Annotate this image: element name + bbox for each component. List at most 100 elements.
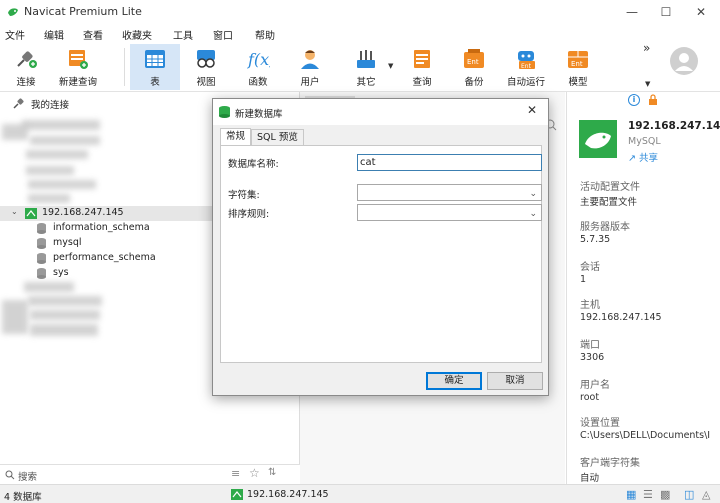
status-bar: 4 数据库 192.168.247.145 ▦ ☰ ▩ ◫ ◬ [0, 484, 720, 503]
info-label: 会话 [580, 262, 600, 273]
user-button[interactable]: 用户 [290, 44, 330, 90]
search-icon [5, 470, 15, 480]
info-value: C:\Users\DELL\Documents\I [580, 430, 711, 441]
toolbar-dropdown-icon[interactable]: ▼ [645, 80, 650, 88]
tools-icon [357, 50, 375, 68]
database-icon [37, 268, 46, 279]
db-name-input[interactable]: cat [357, 154, 542, 171]
other-button[interactable]: 其它 [346, 44, 386, 90]
filter-icon[interactable]: ≡ [231, 467, 240, 480]
database-count: 4 数据库 [4, 492, 42, 503]
svg-text:Ent: Ent [521, 63, 532, 70]
dialog-title: 新建数据库 [235, 109, 283, 120]
plug-icon [17, 51, 37, 68]
toggle-info-panel-icon[interactable]: ◬ [702, 488, 710, 501]
connection-name: 192.168.247.145 [42, 207, 124, 218]
info-label: 设置位置 [580, 418, 620, 429]
model-icon: Ent [568, 51, 588, 68]
automation-button[interactable]: Ent 自动运行 [504, 44, 548, 90]
chevron-down-icon: ⌄ [529, 189, 537, 199]
new-query-button[interactable]: 新建查询 [56, 44, 100, 90]
title-bar: Navicat Premium Lite — ☐ ✕ [0, 0, 720, 24]
ddl-icon[interactable] [648, 94, 660, 106]
database-name: performance_schema [53, 252, 156, 263]
mysql-connection-icon [25, 208, 37, 219]
menu-bar: 文件 编辑 查看 收藏夹 工具 窗口 帮助 [0, 24, 720, 44]
backup-icon: Ent [464, 49, 484, 68]
connections-icon [13, 98, 24, 109]
search-input[interactable]: 搜索 [18, 469, 37, 483]
menu-file[interactable]: 文件 [5, 27, 25, 42]
tab-sql-preview[interactable]: SQL 预览 [251, 129, 304, 146]
db-type: MySQL [628, 136, 661, 147]
info-label: 活动配置文件 [580, 182, 640, 193]
cancel-button[interactable]: 取消 [487, 372, 543, 390]
menu-help[interactable]: 帮助 [255, 27, 275, 42]
tab-general[interactable]: 常规 [220, 128, 252, 146]
table-button[interactable]: 表 [130, 44, 180, 90]
info-panel: i 192.168.247.14 MySQL ↗ 共享 活动配置文件 主要配置文… [566, 92, 720, 484]
new-query-icon [69, 50, 88, 69]
close-button[interactable]: ✕ [684, 0, 718, 24]
detail-view-icon[interactable]: ▩ [660, 488, 670, 501]
redacted-connection [26, 150, 88, 159]
share-link[interactable]: ↗ 共享 [628, 150, 658, 164]
redacted-connection [28, 296, 102, 306]
minimize-button[interactable]: — [615, 0, 649, 24]
collation-label: 排序规则: [228, 209, 270, 220]
function-icon: f(x) [247, 50, 270, 69]
grid-view-icon[interactable]: ▦ [626, 488, 636, 501]
info-value: 192.168.247.145 [580, 312, 662, 323]
toggle-sidebar-icon[interactable]: ◫ [684, 488, 694, 501]
view-button[interactable]: 视图 [186, 44, 226, 90]
ok-button[interactable]: 确定 [426, 372, 482, 390]
info-value: root [580, 392, 600, 403]
query-button[interactable]: 查询 [402, 44, 442, 90]
backup-button[interactable]: Ent 备份 [454, 44, 494, 90]
redacted-connection [28, 180, 96, 189]
my-connections-label: 我的连接 [31, 100, 70, 111]
info-value: 5.7.35 [580, 234, 611, 245]
other-dropdown-icon[interactable]: ▼ [388, 62, 393, 70]
connect-button[interactable]: 连接 [6, 44, 46, 90]
collation-select[interactable]: ⌄ [357, 204, 542, 221]
star-icon[interactable]: ☆ [249, 466, 260, 480]
menu-tools[interactable]: 工具 [173, 27, 193, 42]
svg-text:f(x): f(x) [247, 50, 270, 69]
dialog-title-bar: 新建数据库 ✕ [213, 99, 548, 125]
toolbar-overflow-button[interactable]: » [643, 41, 650, 55]
info-value: 主要配置文件 [580, 197, 638, 208]
expand-chevron-icon[interactable]: ⌄ [11, 207, 18, 216]
dialog-close-button[interactable]: ✕ [527, 103, 537, 117]
menu-window[interactable]: 窗口 [213, 27, 233, 42]
redacted-connection [30, 310, 100, 320]
redacted-connection [30, 324, 98, 336]
menu-view[interactable]: 查看 [83, 27, 103, 42]
navicat-logo-icon [8, 8, 18, 16]
database-icon [37, 223, 46, 234]
table-icon [145, 50, 165, 68]
info-icon[interactable]: i [628, 94, 640, 106]
toolbar-separator [124, 48, 125, 86]
database-icon [37, 253, 46, 264]
menu-edit[interactable]: 编辑 [44, 27, 64, 42]
database-icon [219, 106, 230, 118]
robot-icon: Ent [518, 51, 535, 70]
info-label: 端口 [580, 340, 600, 351]
maximize-button[interactable]: ☐ [649, 0, 683, 24]
function-button[interactable]: f(x) 函数 [238, 44, 278, 90]
charset-label: 字符集: [228, 190, 260, 201]
window-title: Navicat Premium Lite [24, 5, 142, 18]
avatar-icon[interactable] [670, 47, 698, 75]
collapse-icon[interactable]: ⇅ [268, 467, 276, 478]
charset-select[interactable]: ⌄ [357, 184, 542, 201]
menu-favorites[interactable]: 收藏夹 [122, 27, 152, 42]
info-label: 服务器版本 [580, 222, 630, 233]
redacted-connection [24, 282, 74, 292]
db-name-label: 数据库名称: [228, 159, 279, 170]
list-view-icon[interactable]: ☰ [643, 488, 653, 501]
database-name: mysql [53, 237, 82, 248]
model-button[interactable]: Ent 模型 [558, 44, 598, 90]
info-value: 1 [580, 274, 587, 285]
tree-search-bar: 搜索 ≡ ☆ ⇅ [0, 464, 300, 484]
